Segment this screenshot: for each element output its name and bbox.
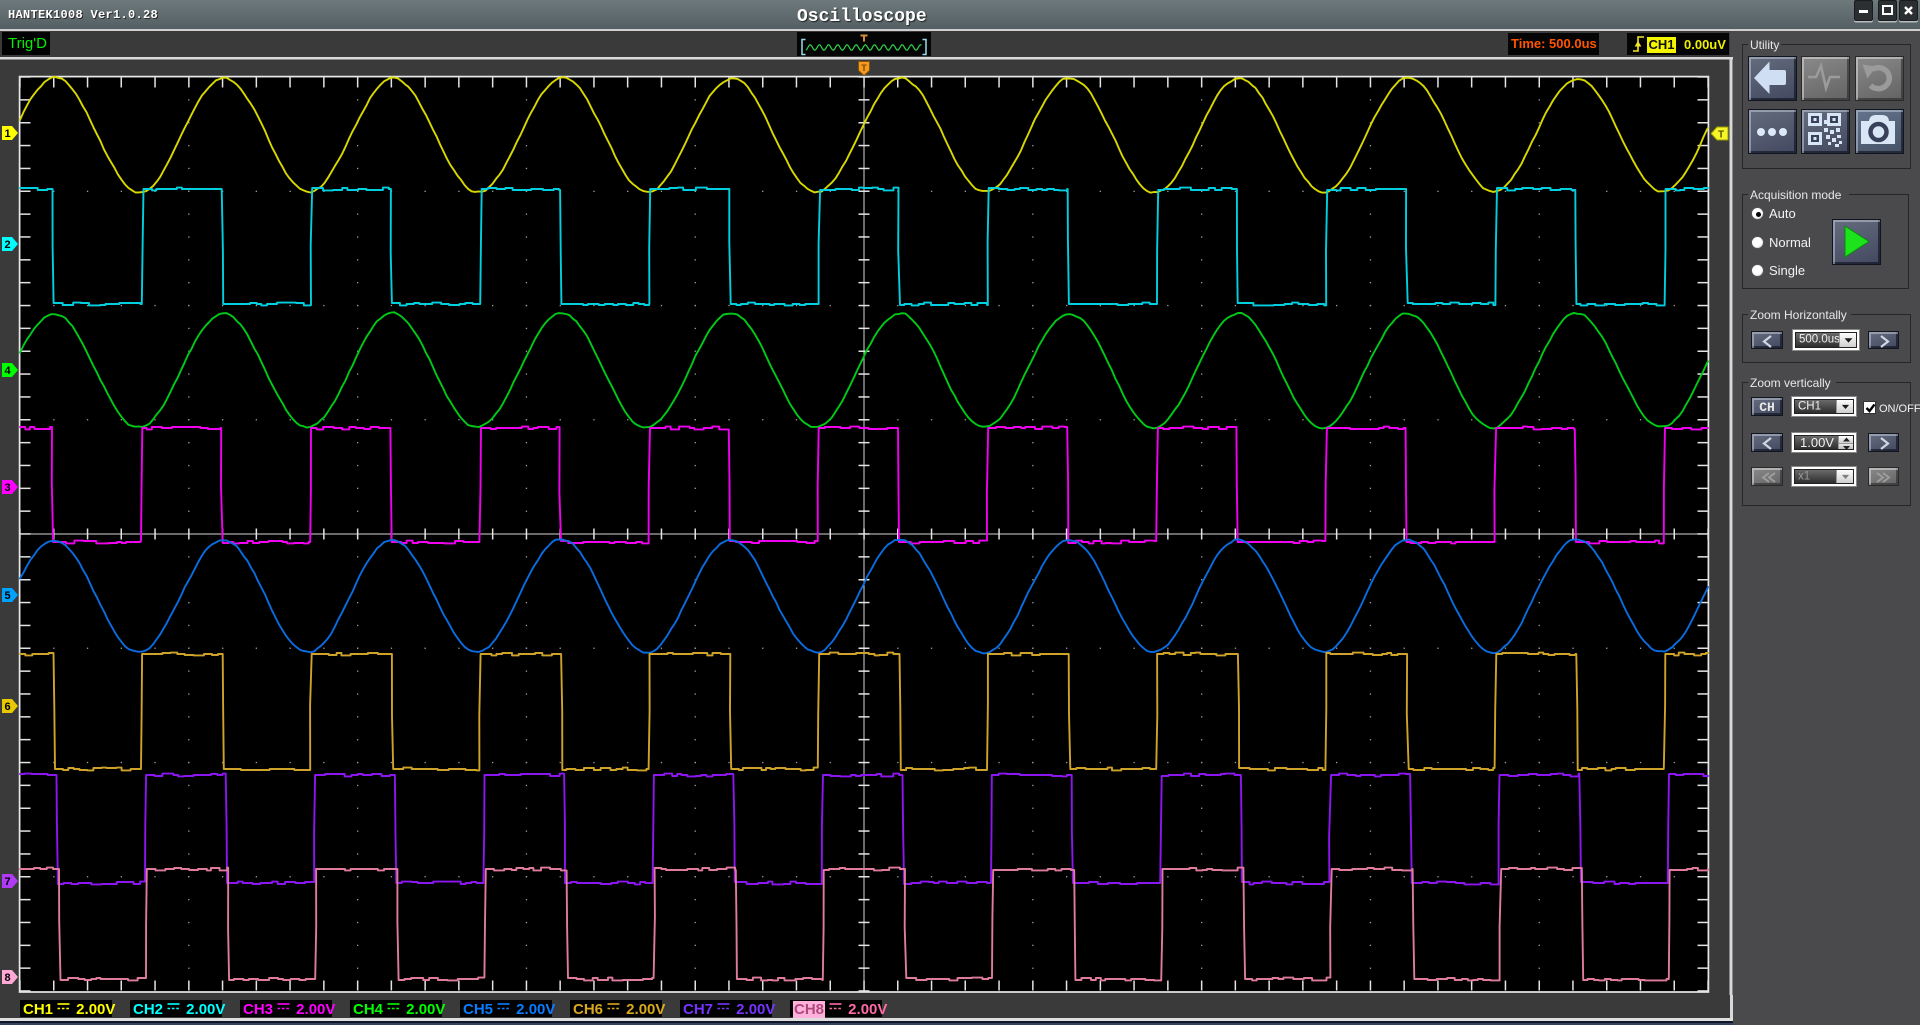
- svg-text:3: 3: [4, 482, 10, 494]
- svg-text:7: 7: [4, 876, 10, 888]
- svg-text:6: 6: [4, 701, 10, 713]
- svg-text:8: 8: [4, 972, 10, 984]
- svg-text:5: 5: [4, 590, 10, 602]
- svg-text:T: T: [1718, 130, 1724, 141]
- svg-text:T: T: [861, 63, 867, 73]
- svg-text:4: 4: [4, 365, 11, 377]
- svg-text:1: 1: [4, 128, 10, 140]
- svg-text:2: 2: [4, 239, 10, 251]
